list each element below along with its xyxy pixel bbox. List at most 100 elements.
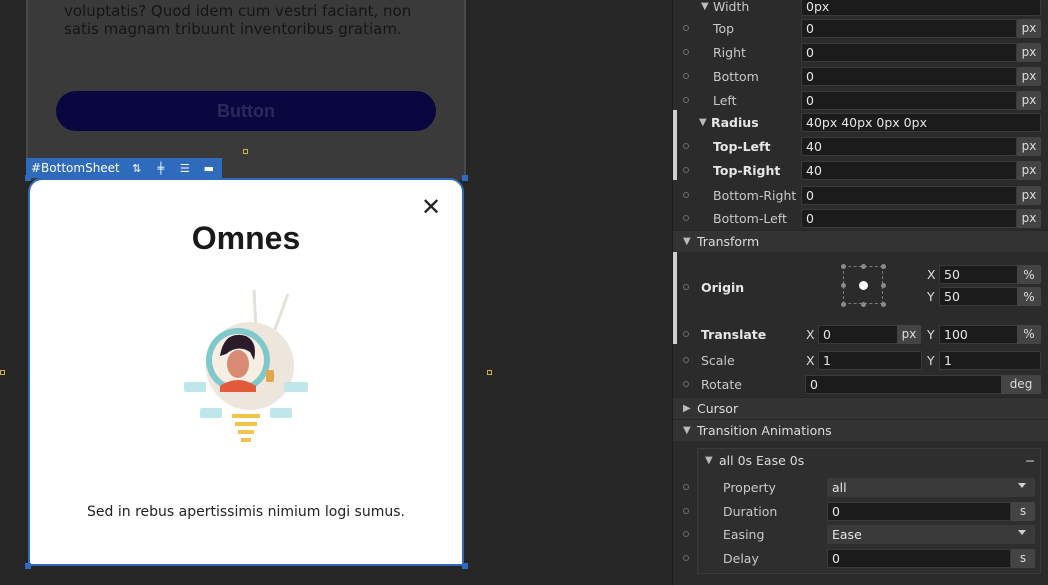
prop-radius: ▼ Radius 40px 40px 0px 0px <box>673 110 1048 134</box>
reset-dot-icon[interactable] <box>683 284 689 290</box>
reset-dot-icon[interactable] <box>683 215 689 221</box>
origin-picker[interactable] <box>841 264 886 307</box>
unit-px[interactable]: px <box>1017 208 1041 228</box>
collapse-triangle-icon[interactable]: ▼ <box>683 425 695 436</box>
reset-dot-icon[interactable] <box>683 143 689 149</box>
radius-top-left-input[interactable]: 40 <box>801 136 1017 156</box>
sheet-handle-tl[interactable] <box>25 175 31 181</box>
radius-input[interactable]: 40px 40px 0px 0px <box>801 112 1041 132</box>
reset-dot-icon[interactable] <box>683 167 689 173</box>
resize-handle-right[interactable] <box>487 370 492 375</box>
align-stack-icon[interactable]: ☰ <box>178 161 192 175</box>
origin-point[interactable] <box>841 283 846 288</box>
unit-px[interactable]: px <box>1017 42 1041 62</box>
origin-y-input[interactable]: 50 <box>939 287 1019 306</box>
origin-y-label: Y <box>927 289 935 304</box>
collapse-triangle-icon[interactable]: ▼ <box>705 455 713 466</box>
reset-dot-icon[interactable] <box>683 531 689 537</box>
origin-point[interactable] <box>841 264 846 269</box>
remove-icon[interactable]: − <box>1025 453 1035 468</box>
unit-percent[interactable]: % <box>1017 287 1041 306</box>
unit-px[interactable]: px <box>1017 160 1041 180</box>
align-center-icon[interactable]: ╪ <box>154 161 168 175</box>
border-right-input[interactable]: 0 <box>801 42 1017 62</box>
reset-dot-icon[interactable] <box>683 508 689 514</box>
unit-percent[interactable]: % <box>1017 265 1041 284</box>
border-left-label: Left <box>713 92 737 108</box>
scale-x-input[interactable]: 1 <box>818 350 922 370</box>
reset-dot-icon[interactable] <box>683 25 689 31</box>
section-transitions[interactable]: ▼ Transition Animations <box>673 419 1048 441</box>
collapse-triangle-icon[interactable]: ▼ <box>701 1 709 12</box>
editor-window: voluptatis? Quod idem cum vestri faciant… <box>0 0 1048 585</box>
translate-y-input[interactable]: 100 <box>939 324 1019 344</box>
width-input[interactable]: 0px <box>801 0 1041 16</box>
unit-s[interactable]: s <box>1011 501 1035 521</box>
close-icon[interactable]: ✕ <box>420 195 442 219</box>
collapse-icon[interactable]: ▬ <box>202 161 216 175</box>
rotate-input[interactable]: 0 <box>805 374 1003 394</box>
bottom-sheet[interactable]: Omnes ✕ Sed in rebus apertissimis nimium… <box>28 178 464 566</box>
unit-px[interactable]: px <box>1017 90 1041 110</box>
origin-x-label: X <box>927 267 936 282</box>
unit-px[interactable]: px <box>1017 18 1041 38</box>
unit-deg[interactable]: deg <box>1001 374 1041 394</box>
border-left-input[interactable]: 0 <box>801 90 1017 110</box>
selection-label[interactable]: #BottomSheet ⇅ ╪ ☰ ▬ <box>26 158 222 178</box>
reset-dot-icon[interactable] <box>683 357 689 363</box>
reset-dot-icon[interactable] <box>683 97 689 103</box>
origin-point[interactable] <box>881 264 886 269</box>
page-button[interactable]: Button <box>56 91 436 131</box>
reset-dot-icon[interactable] <box>683 555 689 561</box>
origin-point-selected[interactable] <box>859 281 868 290</box>
sort-vertical-icon[interactable]: ⇅ <box>130 161 144 175</box>
origin-point[interactable] <box>881 283 886 288</box>
origin-point[interactable] <box>861 302 866 307</box>
resize-handle-left[interactable] <box>0 370 5 375</box>
sheet-handle-br[interactable] <box>462 563 468 569</box>
delay-input[interactable]: 0 <box>827 548 1011 568</box>
unit-px[interactable]: px <box>1017 66 1041 86</box>
reset-dot-icon[interactable] <box>683 381 689 387</box>
prop-border-bottom: Bottom 0 px <box>673 64 1048 88</box>
transition-item-header[interactable]: ▼ all 0s Ease 0s − <box>673 448 1048 472</box>
origin-point[interactable] <box>841 302 846 307</box>
unit-percent[interactable]: % <box>1017 324 1041 344</box>
reset-dot-icon[interactable] <box>683 331 689 337</box>
resize-handle-top[interactable] <box>243 149 248 154</box>
reset-dot-icon[interactable] <box>683 484 689 490</box>
scale-y-input[interactable]: 1 <box>939 350 1041 370</box>
easing-select[interactable]: Ease <box>827 524 1035 544</box>
reset-dot-icon[interactable] <box>683 73 689 79</box>
collapse-triangle-icon[interactable]: ▼ <box>683 236 695 247</box>
section-cursor[interactable]: ▶ Cursor <box>673 397 1048 419</box>
radius-bottom-right-input[interactable]: 0 <box>801 185 1017 205</box>
expand-triangle-icon[interactable]: ▶ <box>683 403 695 414</box>
unit-px[interactable]: px <box>1017 136 1041 156</box>
easing-select-value: Ease <box>832 526 862 542</box>
unit-px[interactable]: px <box>897 324 921 344</box>
origin-point[interactable] <box>881 302 886 307</box>
unit-px[interactable]: px <box>1017 185 1041 205</box>
border-top-input[interactable]: 0 <box>801 18 1017 38</box>
unit-s[interactable]: s <box>1011 548 1035 568</box>
translate-y-label: Y <box>927 326 935 342</box>
origin-point[interactable] <box>861 264 866 269</box>
sheet-handle-bl[interactable] <box>25 563 31 569</box>
collapse-triangle-icon[interactable]: ▼ <box>699 117 707 128</box>
reset-dot-icon[interactable] <box>683 192 689 198</box>
origin-x-input[interactable]: 50 <box>939 265 1019 284</box>
translate-x-input[interactable]: 0 <box>818 324 900 344</box>
border-top-label: Top <box>713 20 735 36</box>
section-transitions-title: Transition Animations <box>697 423 832 438</box>
radius-bottom-left-input[interactable]: 0 <box>801 208 1017 228</box>
prop-rotate: Rotate 0 deg <box>673 372 1048 396</box>
reset-dot-icon[interactable] <box>683 49 689 55</box>
property-select[interactable]: all <box>827 477 1035 497</box>
radius-top-right-input[interactable]: 40 <box>801 160 1017 180</box>
design-canvas[interactable]: voluptatis? Quod idem cum vestri faciant… <box>0 0 672 585</box>
sheet-handle-tr[interactable] <box>462 175 468 181</box>
section-transform[interactable]: ▼ Transform <box>673 230 1048 252</box>
border-bottom-input[interactable]: 0 <box>801 66 1017 86</box>
duration-input[interactable]: 0 <box>827 501 1011 521</box>
